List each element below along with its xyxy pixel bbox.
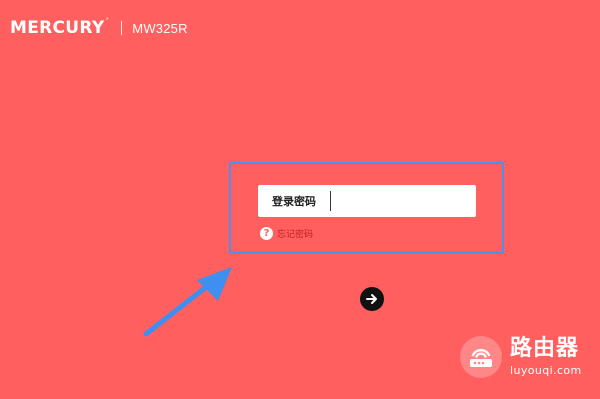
- password-input[interactable]: [330, 191, 461, 211]
- watermark: 路由器 luyouqi.com: [460, 336, 582, 378]
- watermark-title: 路由器: [510, 336, 580, 361]
- header-brand: MERCURY´ MW325R: [10, 18, 188, 38]
- password-label: 登录密码: [272, 195, 316, 208]
- password-field[interactable]: 登录密码: [258, 185, 476, 217]
- forgot-password-link[interactable]: ? 忘记密码: [260, 227, 313, 240]
- arrow-right-icon: [366, 294, 377, 304]
- login-submit-button[interactable]: [360, 287, 384, 311]
- model-name: MW325R: [132, 20, 188, 36]
- brand-logo: MERCURY´: [10, 18, 110, 38]
- watermark-url: luyouqi.com: [510, 364, 582, 377]
- brand-divider: [121, 21, 123, 35]
- help-icon: ?: [260, 227, 273, 240]
- forgot-password-label: 忘记密码: [277, 230, 314, 240]
- annotation-arrow-icon: [143, 267, 232, 337]
- router-icon: [460, 336, 502, 378]
